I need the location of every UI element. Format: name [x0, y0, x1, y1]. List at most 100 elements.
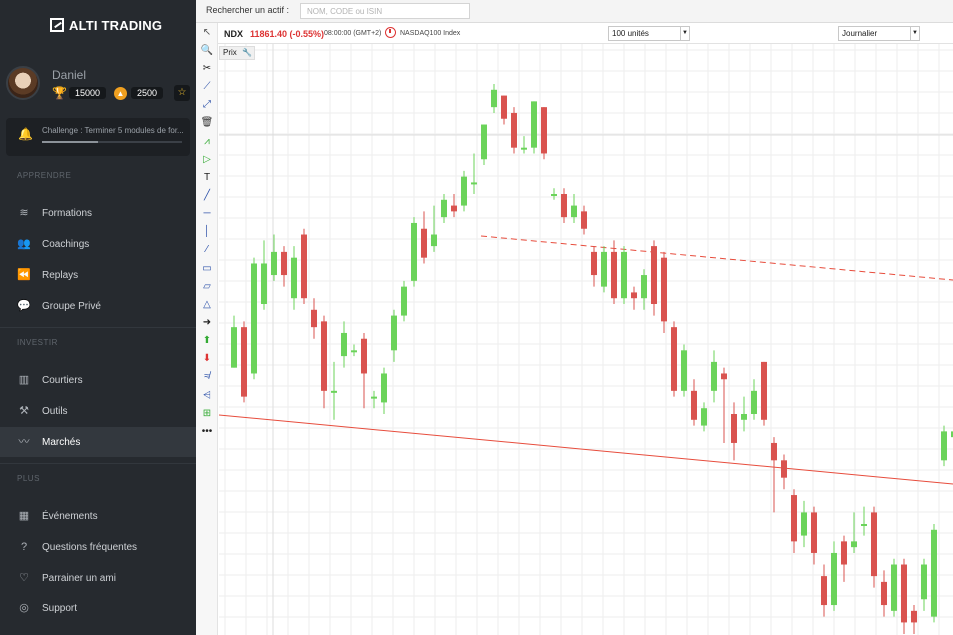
search-bar: Rechercher un actif :	[196, 0, 953, 23]
nav-coachings[interactable]: 👥 Coachings	[0, 230, 196, 258]
candle-body	[691, 390, 697, 420]
search-input[interactable]	[300, 3, 470, 19]
candle-body	[411, 222, 417, 281]
candle-body	[731, 414, 737, 443]
channel-icon[interactable]: ⩘	[200, 135, 214, 149]
symbol: NDX	[224, 29, 244, 39]
chevron-down-icon: ▼	[910, 27, 919, 40]
rectangle-icon[interactable]: ▭	[200, 262, 214, 276]
candle-body	[891, 564, 897, 611]
nav-groupe-prive[interactable]: 💬 Groupe Privé	[0, 292, 196, 320]
candle-body	[511, 112, 517, 148]
ray-icon[interactable]: ⤢	[200, 98, 214, 112]
candle-body	[651, 246, 657, 304]
clock-icon[interactable]	[385, 27, 396, 38]
candle-body	[921, 564, 927, 600]
vertical-line-icon[interactable]: │	[200, 225, 214, 239]
candle-body	[811, 512, 817, 553]
trash-icon[interactable]: 🗑	[200, 116, 214, 130]
index-name: NASDAQ100 Index	[400, 30, 461, 37]
candle-body	[461, 176, 467, 206]
candle-body	[751, 390, 757, 414]
candle-body	[901, 564, 907, 623]
candle-body	[611, 251, 617, 299]
candle-body	[231, 327, 237, 368]
star-icon[interactable]: ☆	[174, 85, 190, 101]
candle-body	[481, 124, 487, 160]
candle-body	[571, 205, 577, 218]
price-button-label: Prix	[223, 48, 237, 57]
more-icon[interactable]: •••	[200, 425, 214, 439]
candle-body	[361, 338, 367, 374]
fibonacci-icon[interactable]: ≉	[200, 370, 214, 384]
section-investir: INVESTIR	[17, 338, 58, 347]
candle-body	[281, 251, 287, 276]
challenge-card[interactable]: 🔔 Challenge : Terminer 5 modules de for.…	[6, 118, 190, 156]
segment-icon[interactable]: ⁄	[200, 243, 214, 257]
candle-body	[881, 581, 887, 606]
rotated-rect-icon[interactable]: ▱	[200, 280, 214, 294]
brand-name: ALTI TRADING	[69, 17, 163, 33]
cursor-icon[interactable]: ↖	[200, 26, 214, 40]
trophy-icon: 🏆	[52, 85, 67, 100]
candle-body	[371, 396, 377, 399]
candle-body	[861, 524, 867, 526]
candle-body	[641, 275, 647, 299]
pitchfork-icon[interactable]: ▷	[200, 153, 214, 167]
calendar-icon: ▦	[18, 510, 30, 522]
horizontal-line-icon[interactable]: ─	[200, 207, 214, 221]
line-icon[interactable]: ╱	[200, 189, 214, 203]
trophy-badge: 🏆 15000	[52, 85, 107, 100]
search-label: Rechercher un actif :	[206, 5, 290, 15]
nav-courtiers[interactable]: ▥ Courtiers	[0, 366, 196, 394]
candle-body	[911, 610, 917, 623]
candle-body	[491, 89, 497, 108]
arrow-down-icon[interactable]: ⬇	[200, 352, 214, 366]
trophy-count: 15000	[69, 87, 107, 99]
candlestick-chart[interactable]	[219, 44, 953, 635]
candle-body	[591, 251, 597, 276]
brand-logo[interactable]: ALTI TRADING	[50, 16, 162, 34]
avatar[interactable]	[6, 66, 40, 100]
candle-body	[631, 292, 637, 299]
text-icon[interactable]: T	[200, 171, 214, 185]
candle-body	[761, 361, 767, 420]
nav-formations[interactable]: ≋ Formations	[0, 199, 196, 227]
nav-replays[interactable]: ⏪ Replays	[0, 261, 196, 289]
nav-outils[interactable]: ⚒ Outils	[0, 397, 196, 425]
nav-label: Replays	[42, 269, 79, 281]
bar-chart-icon: ▥	[18, 374, 30, 386]
nav-parrainer[interactable]: ♡ Parrainer un ami	[0, 564, 196, 592]
coin-badge: ▲ 2500	[114, 86, 164, 100]
triangle-icon[interactable]: △	[200, 298, 214, 312]
candle-body	[521, 147, 527, 150]
price-button[interactable]: Prix 🔧	[219, 46, 255, 60]
candle-body	[541, 107, 547, 154]
challenge-text: Challenge : Terminer 5 modules de for...	[42, 126, 184, 135]
timestamp: 08:00:00 (GMT+2)	[324, 30, 382, 37]
logo-icon	[50, 18, 64, 32]
candle-body	[291, 257, 297, 299]
fib-fan-icon[interactable]: ⩤	[200, 389, 214, 403]
candle-body	[441, 199, 447, 218]
nav-evenements[interactable]: ▦ Événements	[0, 502, 196, 530]
nav-label: Outils	[42, 405, 68, 417]
rewind-icon: ⏪	[17, 269, 31, 281]
tools-icon[interactable]: ✂	[200, 62, 214, 76]
nav-questions[interactable]: ? Questions fréquentes	[0, 533, 196, 561]
measure-icon[interactable]: ⊞	[200, 407, 214, 421]
trend-icon: 〰	[18, 436, 30, 448]
units-select[interactable]: 100 unités ▼	[608, 26, 690, 41]
nav-marches[interactable]: 〰 Marchés	[0, 427, 196, 457]
candle-body	[381, 373, 387, 403]
period-select[interactable]: Journalier ▼	[838, 26, 920, 41]
section-plus: PLUS	[17, 474, 40, 483]
arrow-up-icon[interactable]: ⬆	[200, 334, 214, 348]
arrow-right-icon[interactable]: ➜	[200, 316, 214, 330]
nav-support[interactable]: ◎ Support	[0, 594, 196, 622]
trendline-icon[interactable]: ⟋	[200, 80, 214, 94]
lifebuoy-icon: ◎	[19, 602, 29, 614]
zoom-icon[interactable]: 🔍	[200, 44, 214, 58]
candle-body	[431, 234, 437, 247]
candle-body	[661, 257, 667, 322]
